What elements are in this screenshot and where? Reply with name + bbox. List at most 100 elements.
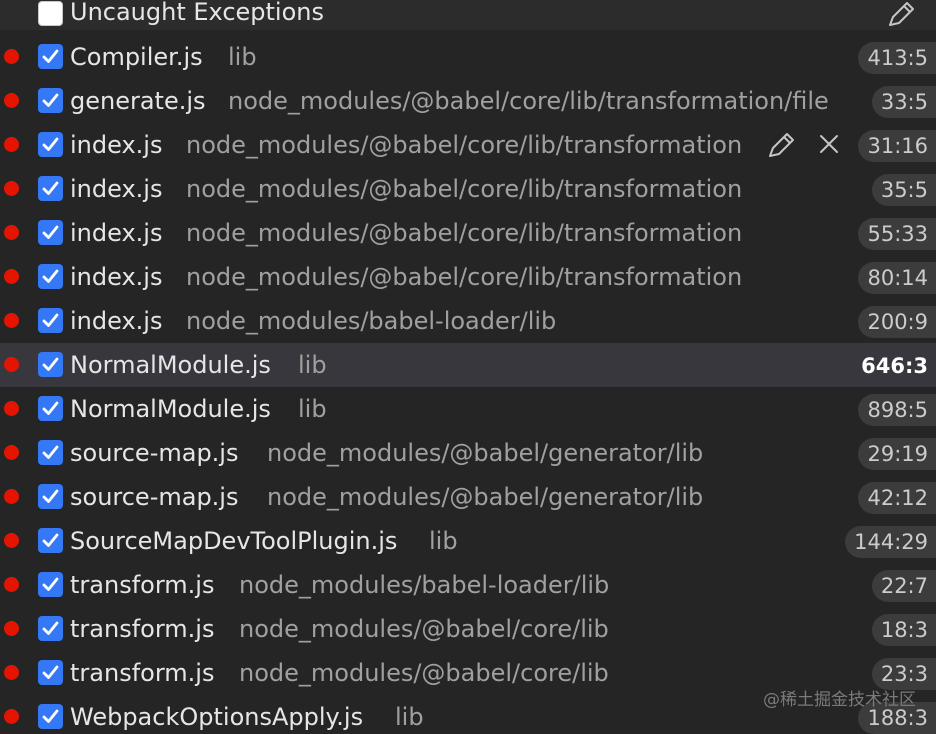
- breakpoint-dot-icon: [4, 533, 19, 548]
- breakpoint-file-path: node_modules/babel-loader/lib: [186, 307, 557, 335]
- uncaught-exceptions-checkbox[interactable]: [38, 1, 63, 26]
- line-column-badge: 23:3: [871, 658, 936, 690]
- checkmark-icon: [42, 93, 59, 107]
- checkmark-icon: [42, 445, 59, 459]
- breakpoint-dot-icon: [4, 401, 19, 416]
- breakpoint-file-name: source-map.js: [70, 439, 239, 467]
- breakpoint-file-name: transform.js: [70, 571, 215, 599]
- breakpoint-file-path: node_modules/babel-loader/lib: [239, 571, 610, 599]
- breakpoint-checkbox[interactable]: [38, 440, 63, 465]
- close-icon[interactable]: [818, 133, 840, 159]
- breakpoint-checkbox[interactable]: [38, 88, 63, 113]
- breakpoint-row[interactable]: source-map.js node_modules/@babel/generat…: [0, 431, 936, 475]
- breakpoint-row[interactable]: index.js node_modules/babel-loader/lib 200…: [0, 299, 936, 343]
- breakpoint-file-name: transform.js: [70, 659, 215, 687]
- breakpoint-file-path: lib: [395, 703, 424, 731]
- breakpoint-checkbox[interactable]: [38, 660, 63, 685]
- watermark: @稀土掘金技术社区: [763, 690, 916, 710]
- breakpoint-row[interactable]: index.js node_modules/@babel/core/lib/tra…: [0, 167, 936, 211]
- breakpoint-row[interactable]: index.js node_modules/@babel/core/lib/tra…: [0, 255, 936, 299]
- breakpoint-row[interactable]: NormalModule.js lib 898:5: [0, 387, 936, 431]
- breakpoint-checkbox[interactable]: [38, 572, 63, 597]
- line-column-badge: 33:5: [871, 86, 936, 118]
- breakpoint-file-path: lib: [429, 527, 458, 555]
- breakpoint-file-path: node_modules/@babel/core/lib: [239, 659, 609, 687]
- line-column-badge: 55:33: [858, 218, 936, 250]
- breakpoint-dot-icon: [4, 445, 19, 460]
- breakpoint-dot-icon: [4, 49, 19, 64]
- checkmark-icon: [42, 357, 59, 371]
- line-column-badge: 80:14: [858, 262, 936, 294]
- breakpoint-file-name: source-map.js: [70, 483, 239, 511]
- breakpoint-file-path: node_modules/@babel/core/lib/transformat…: [228, 87, 829, 115]
- breakpoint-file-name: WebpackOptionsApply.js: [70, 703, 364, 731]
- breakpoint-file-name: NormalModule.js: [70, 395, 271, 423]
- line-column-badge: 646:3: [852, 350, 936, 382]
- breakpoint-checkbox[interactable]: [38, 44, 63, 69]
- breakpoint-checkbox[interactable]: [38, 704, 63, 729]
- pencil-icon[interactable]: [766, 131, 796, 163]
- breakpoint-checkbox[interactable]: [38, 616, 63, 641]
- checkmark-icon: [42, 489, 59, 503]
- checkmark-icon: [42, 269, 59, 283]
- checkmark-icon: [42, 49, 59, 63]
- breakpoint-file-path: lib: [298, 351, 327, 379]
- line-column-badge: 200:9: [858, 306, 936, 338]
- line-column-badge: 22:7: [871, 570, 936, 602]
- breakpoint-dot-icon: [4, 313, 19, 328]
- breakpoint-file-name: NormalModule.js: [70, 351, 271, 379]
- breakpoint-dot-icon: [4, 577, 19, 592]
- breakpoint-row[interactable]: generate.js node_modules/@babel/core/lib/…: [0, 79, 936, 123]
- breakpoint-file-name: generate.js: [70, 87, 206, 115]
- breakpoint-file-name: index.js: [70, 131, 163, 159]
- breakpoint-dot-icon: [4, 621, 19, 636]
- breakpoint-checkbox[interactable]: [38, 396, 63, 421]
- breakpoint-file-name: index.js: [70, 307, 163, 335]
- breakpoint-row[interactable]: SourceMapDevToolPlugin.js lib 144:29: [0, 519, 936, 563]
- breakpoints-panel: Uncaught Exceptions Compiler.js lib 413:5 g…: [0, 0, 936, 734]
- breakpoint-row[interactable]: index.js node_modules/@babel/core/lib/tra…: [0, 123, 936, 167]
- breakpoint-checkbox[interactable]: [38, 308, 63, 333]
- uncaught-exceptions-label: Uncaught Exceptions: [70, 0, 324, 26]
- breakpoint-file-path: lib: [298, 395, 327, 423]
- checkmark-icon: [42, 621, 59, 635]
- breakpoint-dot-icon: [4, 137, 19, 152]
- breakpoint-checkbox[interactable]: [38, 484, 63, 509]
- breakpoint-row[interactable]: Compiler.js lib 413:5: [0, 35, 936, 79]
- checkmark-icon: [42, 225, 59, 239]
- breakpoint-checkbox[interactable]: [38, 176, 63, 201]
- breakpoint-checkbox[interactable]: [38, 528, 63, 553]
- breakpoint-checkbox[interactable]: [38, 264, 63, 289]
- breakpoint-checkbox[interactable]: [38, 220, 63, 245]
- breakpoint-file-path: node_modules/@babel/core/lib/transformat…: [186, 175, 743, 203]
- breakpoint-row[interactable]: NormalModule.js lib 646:3: [0, 343, 936, 387]
- checkmark-icon: [42, 665, 59, 679]
- breakpoint-file-path: node_modules/@babel/core/lib/transformat…: [186, 263, 743, 291]
- checkmark-icon: [42, 709, 59, 723]
- pencil-icon[interactable]: [886, 0, 916, 32]
- breakpoint-file-name: index.js: [70, 175, 163, 203]
- breakpoint-file-name: transform.js: [70, 615, 215, 643]
- breakpoint-row[interactable]: transform.js node_modules/@babel/core/lib…: [0, 607, 936, 651]
- line-column-badge: 42:12: [858, 482, 936, 514]
- breakpoint-row[interactable]: source-map.js node_modules/@babel/generat…: [0, 475, 936, 519]
- breakpoint-file-path: node_modules/@babel/core/lib/transformat…: [186, 219, 743, 247]
- line-column-badge: 18:3: [871, 614, 936, 646]
- breakpoint-dot-icon: [4, 357, 19, 372]
- line-column-badge: 35:5: [871, 174, 936, 206]
- breakpoint-file-name: index.js: [70, 219, 163, 247]
- breakpoint-file-path: lib: [228, 43, 257, 71]
- breakpoint-file-name: SourceMapDevToolPlugin.js: [70, 527, 398, 555]
- line-column-badge: 31:16: [858, 130, 936, 162]
- uncaught-exceptions-row[interactable]: Uncaught Exceptions: [0, 0, 936, 30]
- line-column-badge: 144:29: [845, 526, 936, 558]
- checkmark-icon: [42, 181, 59, 195]
- breakpoint-checkbox[interactable]: [38, 132, 63, 157]
- breakpoint-checkbox[interactable]: [38, 352, 63, 377]
- breakpoint-row[interactable]: transform.js node_modules/babel-loader/li…: [0, 563, 936, 607]
- breakpoint-file-path: node_modules/@babel/generator/lib: [267, 439, 704, 467]
- line-column-badge: 898:5: [858, 394, 936, 426]
- breakpoint-row[interactable]: index.js node_modules/@babel/core/lib/tra…: [0, 211, 936, 255]
- checkmark-icon: [42, 577, 59, 591]
- breakpoint-dot-icon: [4, 665, 19, 680]
